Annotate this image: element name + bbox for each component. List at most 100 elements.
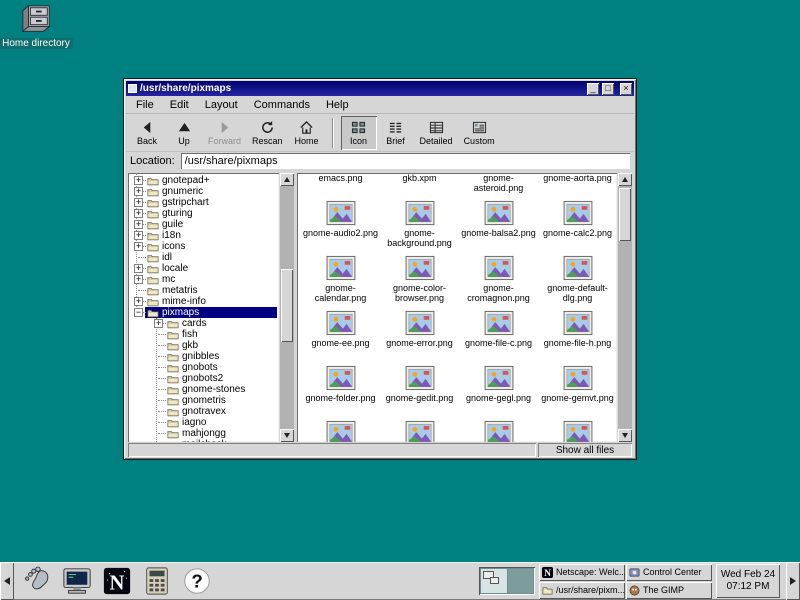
tree-item-iagno[interactable]: iagno bbox=[130, 417, 279, 428]
expander-collapse-icon[interactable]: − bbox=[134, 308, 143, 317]
desk-guide-pager[interactable] bbox=[479, 567, 535, 595]
expander-expand-icon[interactable]: + bbox=[134, 198, 143, 207]
desktop-icon-home[interactable]: Home directory bbox=[4, 4, 68, 49]
tree-item-metatris[interactable]: metatris bbox=[130, 285, 279, 296]
tree-item-gnometris[interactable]: gnometris bbox=[130, 395, 279, 406]
toolbar-button-home[interactable]: Home bbox=[289, 116, 325, 150]
expander-expand-icon[interactable]: + bbox=[134, 242, 143, 251]
tree-scrollbar-trough[interactable] bbox=[280, 186, 294, 429]
toolbar-button-detailed[interactable]: Detailed bbox=[415, 116, 458, 150]
task-button-netscape-welc...[interactable]: NNetscape: Welc... bbox=[539, 564, 625, 581]
tree-item-locale[interactable]: +locale bbox=[130, 263, 279, 274]
task-button-/usr/share/pixm...[interactable]: /usr/share/pixm... bbox=[539, 582, 625, 599]
file-emacs.png[interactable]: emacs.png bbox=[301, 173, 380, 197]
file-gnome-calc2.png[interactable]: gnome-calc2.png bbox=[538, 197, 617, 252]
file-gkb.xpm[interactable]: gkb.xpm bbox=[380, 173, 459, 197]
file-item[interactable] bbox=[459, 417, 538, 442]
tree-item-mime-info[interactable]: +mime-info bbox=[130, 296, 279, 307]
tree-item-icons[interactable]: +icons bbox=[130, 241, 279, 252]
tree-item-i18n[interactable]: +i18n bbox=[130, 230, 279, 241]
toolbar-button-custom[interactable]: Custom bbox=[459, 116, 500, 150]
launcher-main-menu[interactable] bbox=[20, 564, 54, 598]
expander-expand-icon[interactable]: + bbox=[134, 297, 143, 306]
task-button-control-center[interactable]: Control Center bbox=[626, 564, 712, 581]
tree-item-mc[interactable]: +mc bbox=[130, 274, 279, 285]
tree-item-idl[interactable]: idl bbox=[130, 252, 279, 263]
files-scrollbar[interactable] bbox=[618, 173, 632, 442]
menu-layout[interactable]: Layout bbox=[197, 97, 246, 113]
file-gnome-folder.png[interactable]: gnome-folder.png bbox=[301, 362, 380, 417]
tree-item-gnotravex[interactable]: gnotravex bbox=[130, 406, 279, 417]
file-gnome-file-c.png[interactable]: gnome-file-c.png bbox=[459, 307, 538, 362]
maximize-button[interactable]: □ bbox=[602, 83, 614, 95]
file-gnome-asteroid.png[interactable]: gnome-asteroid.png bbox=[459, 173, 538, 197]
files-scrollbar-trough[interactable] bbox=[618, 186, 632, 429]
expander-expand-icon[interactable]: + bbox=[134, 187, 143, 196]
file-gnome-balsa2.png[interactable]: gnome-balsa2.png bbox=[459, 197, 538, 252]
toolbar-button-forward[interactable]: Forward bbox=[203, 116, 246, 150]
toolbar-button-brief[interactable]: Brief bbox=[378, 116, 414, 150]
pager-desktop-1[interactable] bbox=[481, 569, 507, 593]
scroll-down-button[interactable] bbox=[280, 429, 294, 442]
expander-expand-icon[interactable]: + bbox=[134, 220, 143, 229]
launcher-terminal[interactable] bbox=[60, 564, 94, 598]
tree-item-mahjongg[interactable]: mahjongg bbox=[130, 428, 279, 439]
panel-hide-left-button[interactable] bbox=[0, 562, 14, 600]
window-menu-icon[interactable] bbox=[128, 84, 137, 93]
file-gnome-gemvt.png[interactable]: gnome-gemvt.png bbox=[538, 362, 617, 417]
toolbar-button-rescan[interactable]: Rescan bbox=[247, 116, 288, 150]
toolbar-button-back[interactable]: Back bbox=[129, 116, 165, 150]
panel-hide-right-button[interactable] bbox=[786, 562, 800, 600]
tree-item-gnobots2[interactable]: gnobots2 bbox=[130, 373, 279, 384]
file-item[interactable] bbox=[538, 417, 617, 442]
tree-scrollbar-thumb[interactable] bbox=[281, 269, 293, 342]
tree-item-gnome-stones[interactable]: gnome-stones bbox=[130, 384, 279, 395]
tree-item-cards[interactable]: +cards bbox=[130, 318, 279, 329]
launcher-help[interactable]: ? bbox=[180, 564, 214, 598]
expander-expand-icon[interactable]: + bbox=[134, 176, 143, 185]
scroll-down-button[interactable] bbox=[618, 429, 632, 442]
expander-expand-icon[interactable]: + bbox=[134, 264, 143, 273]
tree-item-gturing[interactable]: +gturing bbox=[130, 208, 279, 219]
tree-item-gnibbles[interactable]: gnibbles bbox=[130, 351, 279, 362]
launcher-netscape[interactable]: N bbox=[100, 564, 134, 598]
expander-expand-icon[interactable]: + bbox=[134, 209, 143, 218]
expander-expand-icon[interactable]: + bbox=[134, 275, 143, 284]
file-gnome-default-dlg.png[interactable]: gnome-default-dlg.png bbox=[538, 252, 617, 307]
location-input[interactable] bbox=[181, 153, 630, 169]
tree-item-pixmaps[interactable]: −pixmaps bbox=[130, 307, 279, 318]
tree-scrollbar[interactable] bbox=[280, 173, 294, 442]
files-scrollbar-thumb[interactable] bbox=[619, 188, 631, 241]
close-button[interactable]: × bbox=[620, 83, 632, 95]
tree-item-gstripchart[interactable]: +gstripchart bbox=[130, 197, 279, 208]
menu-edit[interactable]: Edit bbox=[162, 97, 197, 113]
window-titlebar[interactable]: /usr/share/pixmaps _ □ × bbox=[126, 81, 634, 96]
file-item[interactable] bbox=[380, 417, 459, 442]
tree-item-gnumeric[interactable]: +gnumeric bbox=[130, 186, 279, 197]
toolbar-button-up[interactable]: Up bbox=[166, 116, 202, 150]
toolbar-button-icon[interactable]: Icon bbox=[341, 116, 377, 150]
tree-item-gnotepad+[interactable]: +gnotepad+ bbox=[130, 175, 279, 186]
file-gnome-cromagnon.png[interactable]: gnome-cromagnon.png bbox=[459, 252, 538, 307]
pager-desktop-2[interactable] bbox=[508, 569, 534, 593]
scroll-up-button[interactable] bbox=[618, 173, 632, 186]
tree-item-gkb[interactable]: gkb bbox=[130, 340, 279, 351]
file-item[interactable] bbox=[301, 417, 380, 442]
file-gnome-gegl.png[interactable]: gnome-gegl.png bbox=[459, 362, 538, 417]
file-gnome-color-browser.png[interactable]: gnome-color-browser.png bbox=[380, 252, 459, 307]
file-gnome-calendar.png[interactable]: gnome-calendar.png bbox=[301, 252, 380, 307]
launcher-calculator[interactable] bbox=[140, 564, 174, 598]
clock-applet[interactable]: Wed Feb 24 07:12 PM bbox=[716, 564, 780, 598]
file-gnome-audio2.png[interactable]: gnome-audio2.png bbox=[301, 197, 380, 252]
file-gnome-background.png[interactable]: gnome-background.png bbox=[380, 197, 459, 252]
file-gnome-gedit.png[interactable]: gnome-gedit.png bbox=[380, 362, 459, 417]
expander-expand-icon[interactable]: + bbox=[134, 231, 143, 240]
file-gnome-aorta.png[interactable]: gnome-aorta.png bbox=[538, 173, 617, 197]
file-gnome-ee.png[interactable]: gnome-ee.png bbox=[301, 307, 380, 362]
scroll-up-button[interactable] bbox=[280, 173, 294, 186]
menu-commands[interactable]: Commands bbox=[246, 97, 318, 113]
minimize-button[interactable]: _ bbox=[587, 83, 599, 95]
tree-item-fish[interactable]: fish bbox=[130, 329, 279, 340]
menu-help[interactable]: Help bbox=[318, 97, 357, 113]
menu-file[interactable]: File bbox=[128, 97, 162, 113]
